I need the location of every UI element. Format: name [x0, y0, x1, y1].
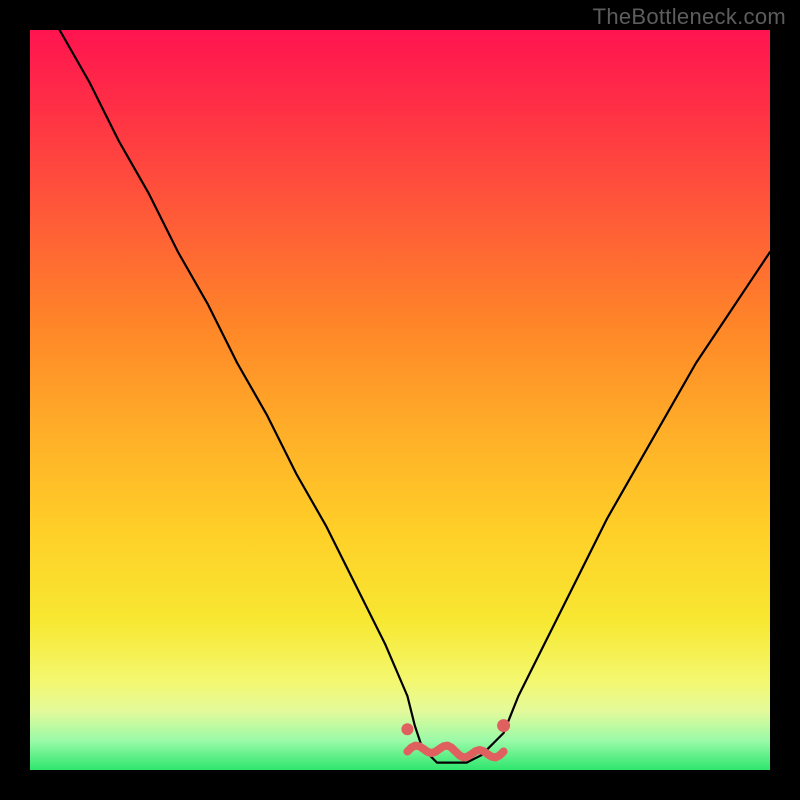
bottleneck-curve-path — [30, 30, 770, 763]
watermark-text: TheBottleneck.com — [593, 4, 786, 30]
optimal-band-start-dot — [401, 723, 413, 735]
chart-frame: TheBottleneck.com — [0, 0, 800, 800]
chart-svg — [30, 30, 770, 770]
plot-area — [30, 30, 770, 770]
optimal-band-end-dot — [497, 719, 510, 732]
